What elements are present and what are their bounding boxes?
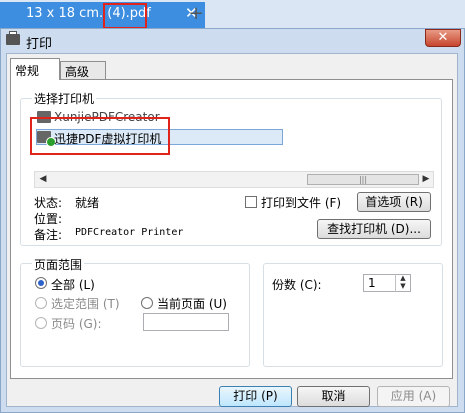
range-selection-radio [35,297,47,309]
scroll-right-icon[interactable]: ▶ [418,172,434,187]
status-label: 状态: [34,196,63,210]
range-current-radio[interactable] [141,297,153,309]
copies-label: 份数 (C): [272,278,322,292]
copies-spinner-icon[interactable]: ▲ ▼ [395,274,410,292]
highlight-box-tab [103,3,147,29]
range-all-radio[interactable] [35,277,47,289]
range-current-label[interactable]: 当前页面 (U) [157,295,227,312]
new-tab-icon[interactable]: + [187,3,205,24]
close-button[interactable]: ✕ [425,29,461,47]
comment-value: PDFCreator Printer [75,227,184,238]
tab-advanced[interactable]: 高级 [60,61,106,80]
printer-icon [6,31,20,45]
apply-button: 应用 (A) [377,386,450,407]
dialog-title: 打印 [26,37,53,52]
range-pages-radio [35,317,47,329]
preferences-button[interactable]: 首选项 (R) [357,192,431,212]
location-label: 位置: [34,212,63,226]
pages-input[interactable] [143,313,229,331]
scroll-left-icon[interactable]: ◀ [35,172,51,187]
copies-value: 1 [368,276,376,290]
page-range-legend: 页面范围 [32,256,85,273]
tab-general[interactable]: 常规 [10,58,60,80]
range-all-label[interactable]: 全部 (L) [51,276,95,293]
range-selection-label: 选定范围 (T) [51,297,120,311]
status-value: 就绪 [75,196,100,210]
print-to-file-checkbox[interactable] [245,196,257,208]
select-printer-legend: 选择打印机 [32,90,97,107]
cancel-button[interactable]: 取消 [297,386,370,407]
comment-label: 备注: [34,228,63,242]
find-printer-button[interactable]: 查找打印机 (D)... [317,219,431,239]
print-to-file-label[interactable]: 打印到文件 (F) [261,194,341,211]
printer-list-scrollbar[interactable]: ◀ ||| ▶ [34,171,434,188]
print-button[interactable]: 打印 (P) [219,386,292,407]
scroll-thumb[interactable]: ||| [307,174,419,185]
highlight-box-printer [30,117,170,155]
range-pages-label: 页码 (G): [51,317,102,331]
